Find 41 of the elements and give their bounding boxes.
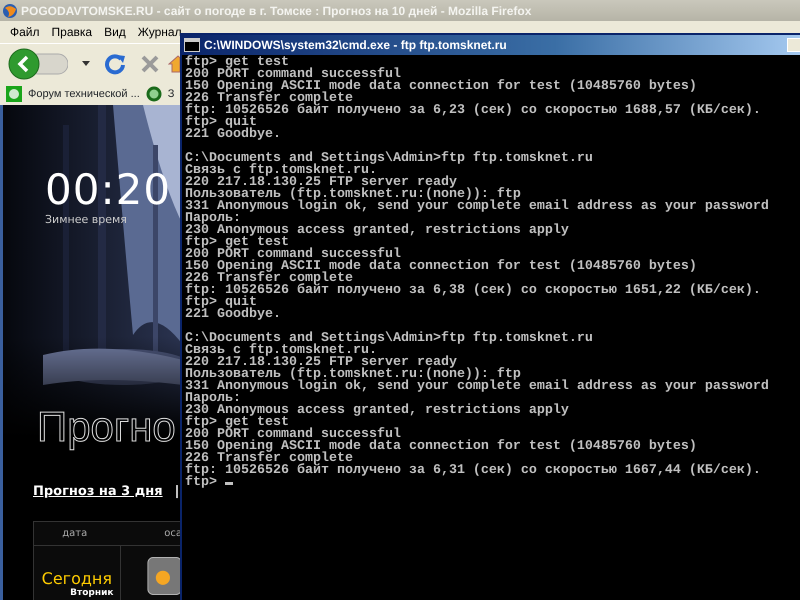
weekday-label: Вторник <box>69 588 114 598</box>
bookmark-link[interactable]: Форум технической ... <box>28 88 140 100</box>
console-line: ftp: 10526526 байт получено за 6,31 (сек) со скоростью 1667,44 (КБ/сек). <box>185 465 762 477</box>
console-line: Связь с ftp.tomsknet.ru. <box>185 165 377 177</box>
menu-item[interactable]: Вид <box>100 25 134 39</box>
clock-caption: Зимнее время <box>45 213 127 226</box>
window-title: POGODAVTOMSKE.RU - сайт о погоде в г. Томске : Прогноз на 10 дней - Mozilla Firefox <box>21 4 532 18</box>
weather-icon <box>146 554 182 598</box>
reload-icon[interactable] <box>104 52 126 74</box>
dropdown-icon[interactable] <box>82 60 90 66</box>
console-line: Пароль: <box>185 213 241 225</box>
bookmark-icon <box>6 86 22 102</box>
link-separator: | <box>174 484 180 499</box>
console-line: Пароль: <box>185 393 241 405</box>
window-title: C:\WINDOWS\system32\cmd.exe - ftp ftp.tomsknet.ru <box>204 38 507 52</box>
day-label: Сегодня <box>42 568 112 588</box>
console-line: ftp> get test <box>185 57 289 69</box>
globe-icon <box>2 2 18 18</box>
bookmark-icon <box>146 86 162 102</box>
stop-icon[interactable] <box>140 54 160 74</box>
menu-item[interactable]: Журнал <box>134 25 190 39</box>
back-button[interactable] <box>8 48 68 80</box>
console-prompt: ftp> <box>185 475 217 490</box>
console-line: ftp> quit <box>185 297 257 309</box>
clock-time: 00:20 <box>45 169 172 211</box>
bookmark-link[interactable]: З <box>168 88 174 100</box>
console-line: 331 Anonymous login ok, send your complete email address as your password <box>185 381 770 393</box>
column-header: дата <box>61 528 88 539</box>
console-line: ftp> get test <box>185 417 289 429</box>
page-heading: Прогно <box>37 406 176 448</box>
console-line: Связь с ftp.tomsknet.ru. <box>185 345 377 357</box>
menu-item[interactable]: Файл <box>6 25 48 39</box>
forecast-link[interactable]: Прогноз на 3 дня <box>33 484 163 499</box>
console-line: ftp> quit <box>185 117 257 129</box>
console-icon <box>184 38 200 52</box>
console-line: 331 Anonymous login ok, send your complete email address as your password <box>185 201 770 213</box>
console-line: ftp> get test <box>185 237 289 249</box>
console-line: 221 Goodbye. <box>185 309 282 321</box>
console-line: 221 Goodbye. <box>185 129 282 141</box>
menu-item[interactable]: Правка <box>48 25 100 39</box>
text-cursor <box>225 482 233 485</box>
